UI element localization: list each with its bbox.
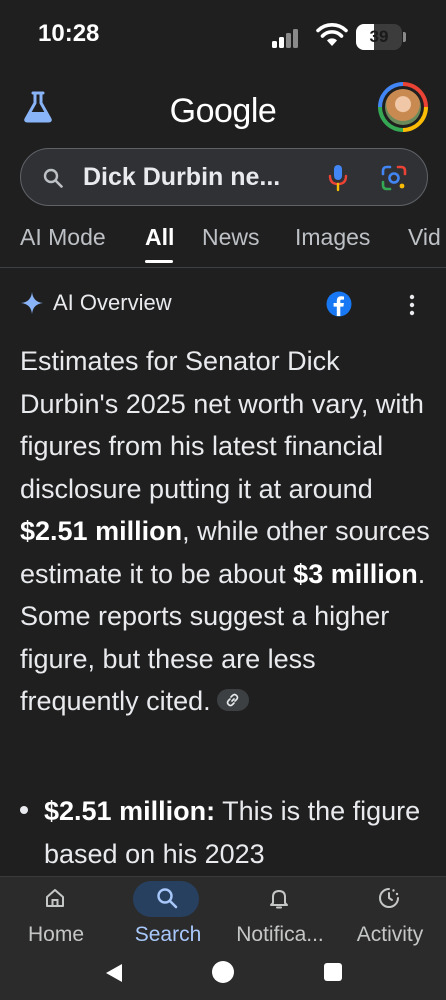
nav-notifications[interactable]: Notifica... [224,877,336,957]
tab-videos[interactable]: Vid [408,224,441,251]
system-navigation [0,956,446,992]
bullet-text: $2.51 million: This is the figure based … [44,790,434,875]
account-avatar[interactable] [378,82,428,132]
tab-news[interactable]: News [202,224,260,251]
bullet-bold: $2.51 million: [44,796,216,826]
ai-overview-title: AI Overview [53,290,172,315]
source-link-chip[interactable] [216,688,249,711]
lens-icon[interactable] [381,165,407,191]
nav-activity-label: Activity [356,923,424,946]
search-icon [157,888,178,909]
tabs-divider [0,267,446,268]
battery-icon: 39 [356,24,406,50]
nav-activity[interactable]: Activity [334,877,446,957]
answer-figure-other: $3 million [293,558,418,589]
nav-notifications-label: Notifica... [236,923,324,946]
battery-level: 39 [369,27,389,46]
bullet-dot [20,806,28,814]
nav-search-label: Search [134,923,202,946]
link-icon [226,693,238,707]
bell-icon [270,890,288,909]
signal-icon [272,29,298,48]
ai-overview-header: AI Overview [20,288,430,320]
wifi-icon [316,23,348,46]
mic-icon[interactable] [327,164,349,192]
answer-figure-disclosure: $2.51 million [20,516,183,546]
status-time: 10:28 [38,20,100,47]
nav-home-label: Home [27,923,85,946]
activity-icon [379,888,399,908]
facebook-icon[interactable] [326,291,352,317]
answer-part-1: Estimates for Senator Dick Durbin's 2025… [20,346,424,504]
search-input[interactable]: Dick Durbin ne... [20,148,428,206]
tab-ai-mode[interactable]: AI Mode [20,224,106,251]
nav-home[interactable]: Home [0,877,112,957]
search-icon [43,168,63,188]
status-bar: 10:28 39 [0,0,446,70]
active-tab-indicator [145,260,173,263]
search-tabs: AI Mode All News Images Vid [0,224,446,268]
avatar-photo [385,89,421,125]
ai-overview-text: Estimates for Senator Dick Durbin's 2025… [20,340,434,723]
tab-images[interactable]: Images [295,224,370,251]
search-query: Dick Durbin ne... [83,163,281,191]
more-options-icon[interactable] [408,294,416,316]
home-icon [46,889,64,907]
recent-apps-icon[interactable] [324,963,342,981]
sparkle-icon [21,292,43,314]
back-icon[interactable] [104,962,124,984]
nav-search[interactable]: Search [112,877,224,957]
tab-all[interactable]: All [145,224,174,251]
home-button-icon[interactable] [212,961,234,983]
